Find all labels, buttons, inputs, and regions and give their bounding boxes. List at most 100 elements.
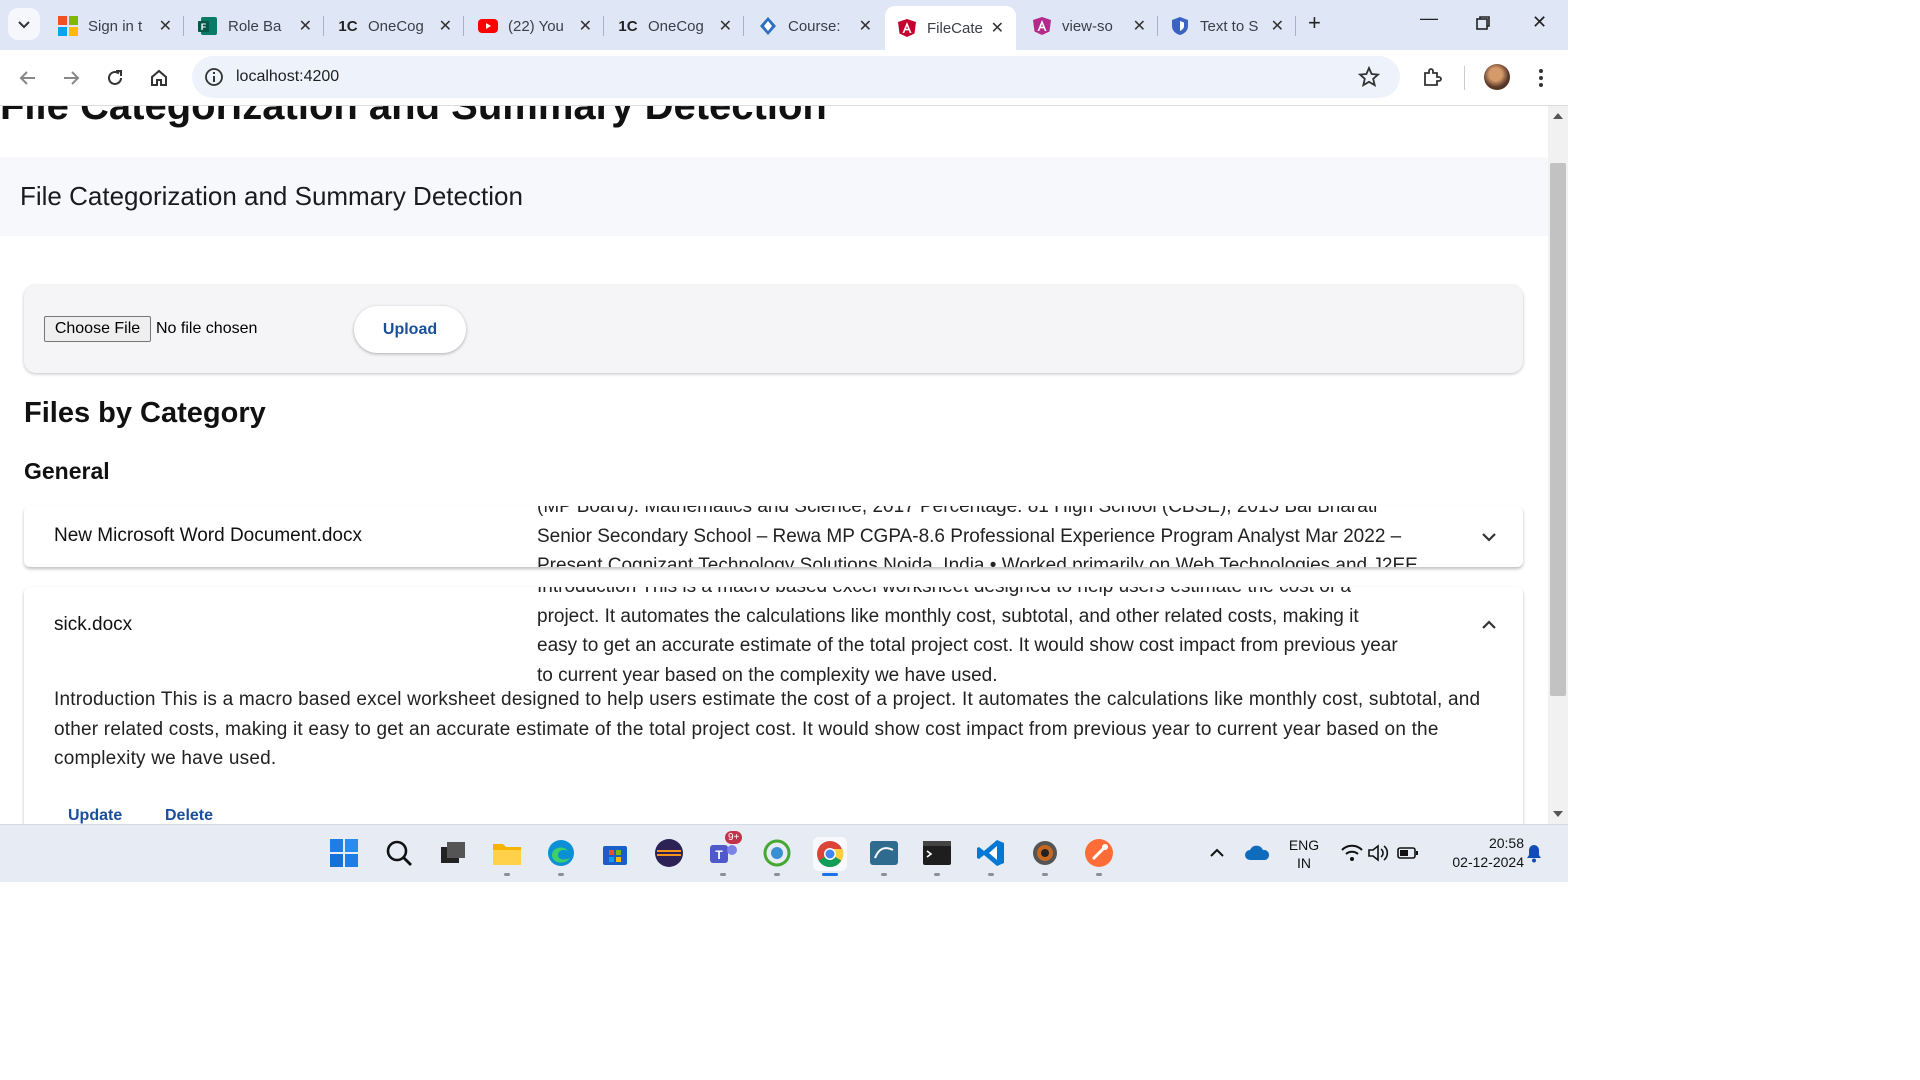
forms-icon: F	[198, 16, 218, 36]
close-tab-icon[interactable]: ✕	[1133, 16, 1146, 36]
restore-icon[interactable]	[1476, 14, 1490, 35]
home-icon[interactable]	[145, 64, 173, 92]
summary-line: Introduction This is a macro based excel…	[537, 587, 1467, 602]
onedrive-icon[interactable]	[1241, 837, 1273, 869]
tab-label: Role Ba	[228, 17, 282, 35]
scroll-down-icon[interactable]	[1553, 810, 1563, 818]
tab-onecog-2[interactable]: 1C OneCog ✕	[606, 8, 744, 44]
clock[interactable]: 20:58 02-12-2024	[1434, 835, 1524, 870]
forward-icon[interactable]	[57, 64, 85, 92]
minimize-icon[interactable]: —	[1420, 8, 1438, 29]
tab-separator	[463, 16, 464, 36]
scrollbar-thumb[interactable]	[1550, 163, 1566, 696]
file-explorer-icon[interactable]	[491, 837, 523, 869]
back-icon[interactable]	[14, 64, 42, 92]
category-heading: General	[24, 458, 110, 484]
tab-onecog-1[interactable]: 1C OneCog ✕	[326, 8, 464, 44]
angular-icon	[1032, 16, 1052, 36]
close-tab-icon[interactable]: ✕	[159, 16, 172, 36]
volume-icon[interactable]	[1362, 837, 1394, 869]
tab-label: OneCog	[648, 17, 704, 35]
page-viewport: File Categorization and Summary Detectio…	[0, 106, 1548, 824]
scroll-up-icon[interactable]	[1553, 112, 1563, 120]
app-header-title: File Categorization and Summary Detectio…	[20, 181, 523, 211]
collapse-chevron-icon[interactable]	[1478, 614, 1500, 636]
running-indicator	[1042, 873, 1048, 876]
close-window-icon[interactable]: ✕	[1532, 12, 1547, 33]
vscode-icon[interactable]	[975, 837, 1007, 869]
browser-toolbar: localhost:4200	[0, 50, 1568, 106]
files-by-category-heading: Files by Category	[24, 397, 266, 429]
tab-role-based[interactable]: F Role Ba ✕	[186, 8, 324, 44]
choose-file-button[interactable]: Choose File	[44, 316, 151, 342]
chevron-up-icon[interactable]	[1201, 837, 1233, 869]
reload-icon[interactable]	[101, 64, 129, 92]
terminal-icon[interactable]	[921, 837, 953, 869]
file-panel-collapsed[interactable]: New Microsoft Word Document.docx (MP Boa…	[24, 506, 1523, 567]
delete-button[interactable]: Delete	[165, 807, 213, 824]
tab-sign-in[interactable]: Sign in t ✕	[46, 8, 184, 44]
summary-line: project. It automates the calculations l…	[537, 605, 1359, 627]
running-indicator	[720, 873, 726, 876]
language-indicator[interactable]: ENG IN	[1284, 837, 1324, 871]
tab-label: Course:	[788, 17, 841, 35]
running-indicator	[934, 873, 940, 876]
chevron-down-icon	[18, 21, 30, 29]
windows-taskbar: T 9+ ENG IN 20:58 02-12-2024	[0, 824, 1568, 882]
tab-view-source[interactable]: view-so ✕	[1020, 8, 1158, 44]
file-status-text: No file chosen	[156, 320, 258, 337]
settings-app-icon[interactable]	[1029, 837, 1061, 869]
close-tab-icon[interactable]: ✕	[991, 18, 1004, 38]
running-indicator	[558, 873, 564, 876]
tab-strip: Sign in t ✕ F Role Ba ✕ 1C OneCog ✕ (22)…	[0, 0, 1568, 50]
edge-browser-icon[interactable]	[545, 837, 577, 869]
angular-icon	[897, 18, 917, 38]
bookmark-star-icon[interactable]	[1357, 65, 1381, 93]
new-tab-icon[interactable]: +	[1308, 10, 1321, 36]
close-tab-icon[interactable]: ✕	[579, 16, 592, 36]
close-tab-icon[interactable]: ✕	[1271, 16, 1284, 36]
tab-label: Sign in t	[88, 17, 143, 35]
tab-course[interactable]: Course: ✕	[746, 8, 884, 44]
tab-text-to-speech[interactable]: Text to S ✕	[1158, 8, 1296, 44]
tab-label: view-so	[1062, 17, 1113, 35]
file-panel-expanded: sick.docx Introduction This is a macro b…	[24, 587, 1523, 824]
update-button[interactable]: Update	[68, 807, 122, 824]
extensions-icon[interactable]	[1418, 64, 1446, 92]
running-indicator	[1096, 873, 1102, 876]
search-icon[interactable]	[383, 837, 415, 869]
site-info-icon[interactable]	[204, 67, 224, 92]
tab-separator	[1295, 16, 1296, 36]
more-menu-icon[interactable]	[1527, 64, 1555, 92]
chrome-icon[interactable]	[813, 837, 847, 871]
toolbar-divider	[1464, 66, 1465, 90]
close-tab-icon[interactable]: ✕	[299, 16, 312, 36]
profile-avatar[interactable]	[1484, 64, 1510, 90]
windows-start-icon[interactable]	[328, 837, 360, 869]
mysql-workbench-icon[interactable]	[868, 837, 900, 869]
eclipse-icon[interactable]	[653, 837, 685, 869]
close-tab-icon[interactable]: ✕	[719, 16, 732, 36]
clock-time: 20:58	[1488, 835, 1524, 851]
anaconda-icon[interactable]	[761, 837, 793, 869]
close-tab-icon[interactable]: ✕	[859, 16, 872, 36]
notification-bell-icon[interactable]	[1518, 837, 1550, 869]
tab-label: (22) You	[508, 17, 564, 35]
url-text[interactable]: localhost:4200	[236, 68, 339, 86]
postman-icon[interactable]	[1083, 837, 1115, 869]
upload-button[interactable]: Upload	[354, 306, 466, 353]
tab-search-button[interactable]	[8, 8, 40, 40]
microsoft-store-icon[interactable]	[599, 837, 631, 869]
active-indicator	[822, 873, 838, 876]
tab-youtube[interactable]: (22) You ✕	[466, 8, 604, 44]
tab-label: Text to S	[1200, 17, 1258, 35]
address-bar[interactable]: localhost:4200	[192, 56, 1400, 98]
task-view-icon[interactable]	[437, 837, 469, 869]
battery-icon[interactable]	[1392, 837, 1424, 869]
file-name[interactable]: sick.docx	[54, 614, 132, 636]
tab-filecate-active[interactable]: FileCate ✕	[885, 6, 1016, 50]
close-tab-icon[interactable]: ✕	[439, 16, 452, 36]
region-code: IN	[1297, 855, 1311, 871]
teams-icon[interactable]: T 9+	[707, 831, 743, 869]
expand-chevron-icon[interactable]	[1478, 526, 1500, 548]
